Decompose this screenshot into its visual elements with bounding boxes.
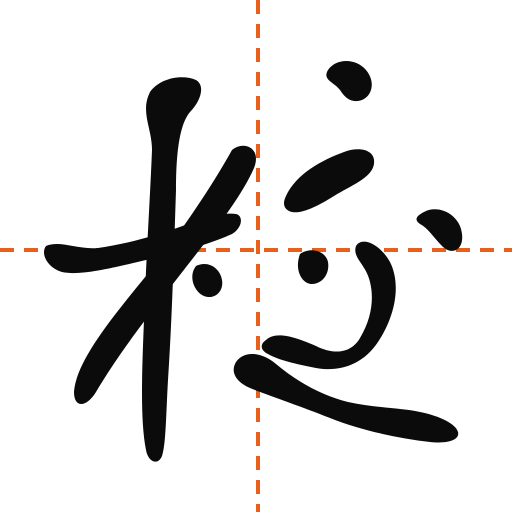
stroke-upper-right (284, 149, 375, 213)
stroke-big-swoop (261, 241, 396, 370)
stroke-right-falling (233, 353, 459, 443)
stroke-small-left (297, 250, 329, 284)
app-icon-tile[interactable]: 校 (0, 0, 512, 512)
stroke-small-right-dot (416, 209, 463, 251)
stroke-top-dot (326, 61, 372, 102)
calligraphy-character (43, 61, 463, 462)
calligraphy-practice-icon (0, 0, 512, 512)
stroke-right-dot (192, 263, 223, 298)
